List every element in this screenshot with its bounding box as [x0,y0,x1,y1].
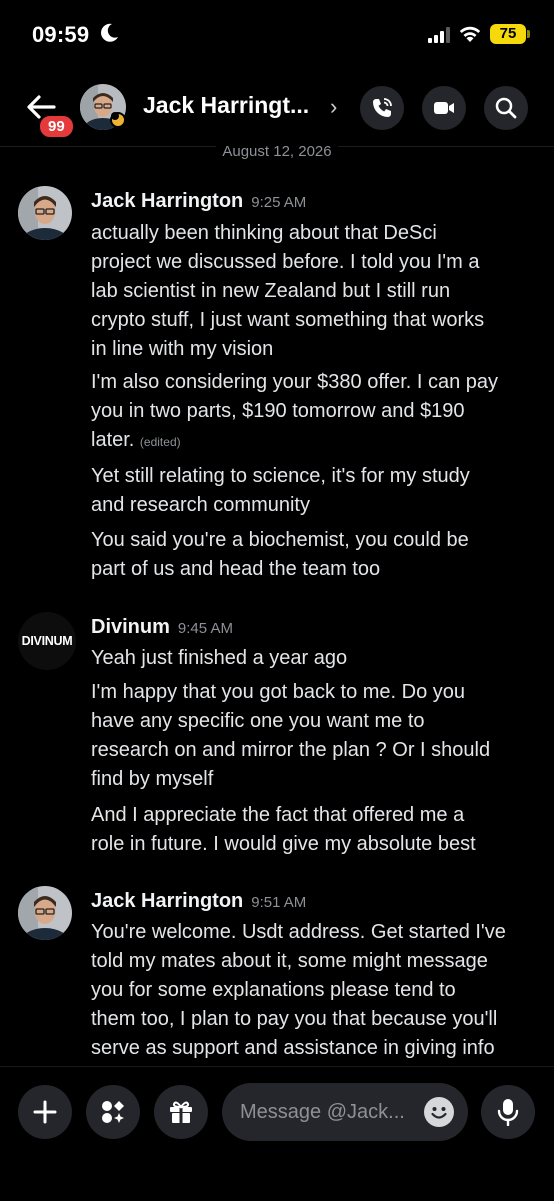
gift-icon [170,1101,192,1123]
voice-call-button[interactable] [360,86,404,130]
message-text-line: serve as support and assistance in givin… [91,1037,495,1059]
chevron-right-icon[interactable]: › [330,94,337,120]
message-text-line: You're welcome. Usdt address. Get starte… [91,921,506,943]
message-meta: Divinum 9:45 AM [91,616,233,639]
message-text-line: I'm happy that you got back to me. Do yo… [91,681,466,703]
emoji-icon[interactable] [424,1097,454,1127]
message-text-line: Yet still relating to science, it's for … [91,465,470,487]
wifi-icon [459,26,481,42]
mic-icon [497,1099,519,1126]
message-text-line: have any specific one you want me to [91,710,425,732]
plus-icon [33,1100,57,1124]
video-icon [434,102,454,114]
voice-message-button[interactable] [481,1085,535,1139]
status-time: 09:59 [32,22,90,47]
message-text-line: in line with my vision [91,338,274,360]
idle-status-icon [110,112,126,128]
author-avatar[interactable] [18,886,72,940]
message-timestamp: 9:25 AM [251,194,307,211]
message-text-line: lab scientist in new Zealand but I still… [91,280,451,302]
status-bar: 09:59 75 [0,0,554,70]
author-avatar[interactable] [18,186,72,240]
message-text-line: you for some explanations please tend to [91,979,456,1001]
message-text-line: And I appreciate the fact that offered m… [91,804,465,826]
message-text-line: Yeah just finished a year ago [91,647,348,669]
author-name[interactable]: Divinum [91,616,170,638]
message-text-line: project we discussed before. I told you … [91,251,480,273]
message-text-line: you in two parts, $190 tomorrow and $190 [91,400,465,422]
message-text-line: research on and mirror the plan ? Or I s… [91,739,491,761]
author-name[interactable]: Jack Harrington [91,190,243,212]
message-meta: Jack Harrington 9:51 AM [91,890,306,913]
battery-indicator: 75 [490,24,530,44]
author-avatar[interactable]: DIVINUM [18,612,76,670]
message-input-placeholder: Message @Jack... [240,1101,405,1123]
message-text-line: I'm also considering your $380 offer. I … [91,371,499,393]
message-text-line: told my mates about it, some might messa… [91,950,488,972]
search-button[interactable] [484,86,528,130]
phone-call-icon [373,98,392,117]
apps-icon [102,1101,124,1123]
message-text-line: part of us and head the team too [91,558,381,580]
search-icon [495,97,517,119]
message-meta: Jack Harrington 9:25 AM [91,190,306,213]
edited-label: (edited) [139,435,181,449]
apps-button[interactable] [86,1085,140,1139]
contact-name[interactable]: Jack Harringt... [143,92,309,119]
message-timestamp: 9:51 AM [251,894,307,911]
author-name[interactable]: Jack Harrington [91,890,243,912]
message-text-line: role in future. I would give my absolute… [91,833,476,855]
add-attachment-button[interactable] [18,1085,72,1139]
message-text-line: crypto stuff, I just want something that… [91,309,485,331]
unread-badge: 99 [38,114,75,139]
composer-bar: Message @Jack... [0,1066,554,1201]
message-input[interactable]: Message @Jack... [222,1083,468,1141]
signal-icon [428,27,450,43]
message-text-line: You said you're a biochemist, you could … [91,529,469,551]
gift-button[interactable] [154,1085,208,1139]
date-divider: August 12, 2026 [0,143,554,160]
message-timestamp: 9:45 AM [177,620,233,637]
message-text-line: later. (edited) [91,426,541,457]
message-text-line: them too, I plan to pay you that because… [91,1008,498,1030]
message-text-line: and research community [91,494,310,516]
message-text-line: find by myself [91,768,214,790]
message-text: later. [91,429,135,451]
chat-header: 99 Jack Harringt... › [0,70,554,146]
message-text-line: actually been thinking about that DeSci [91,222,437,244]
moon-icon [101,23,118,42]
video-call-button[interactable] [422,86,466,130]
